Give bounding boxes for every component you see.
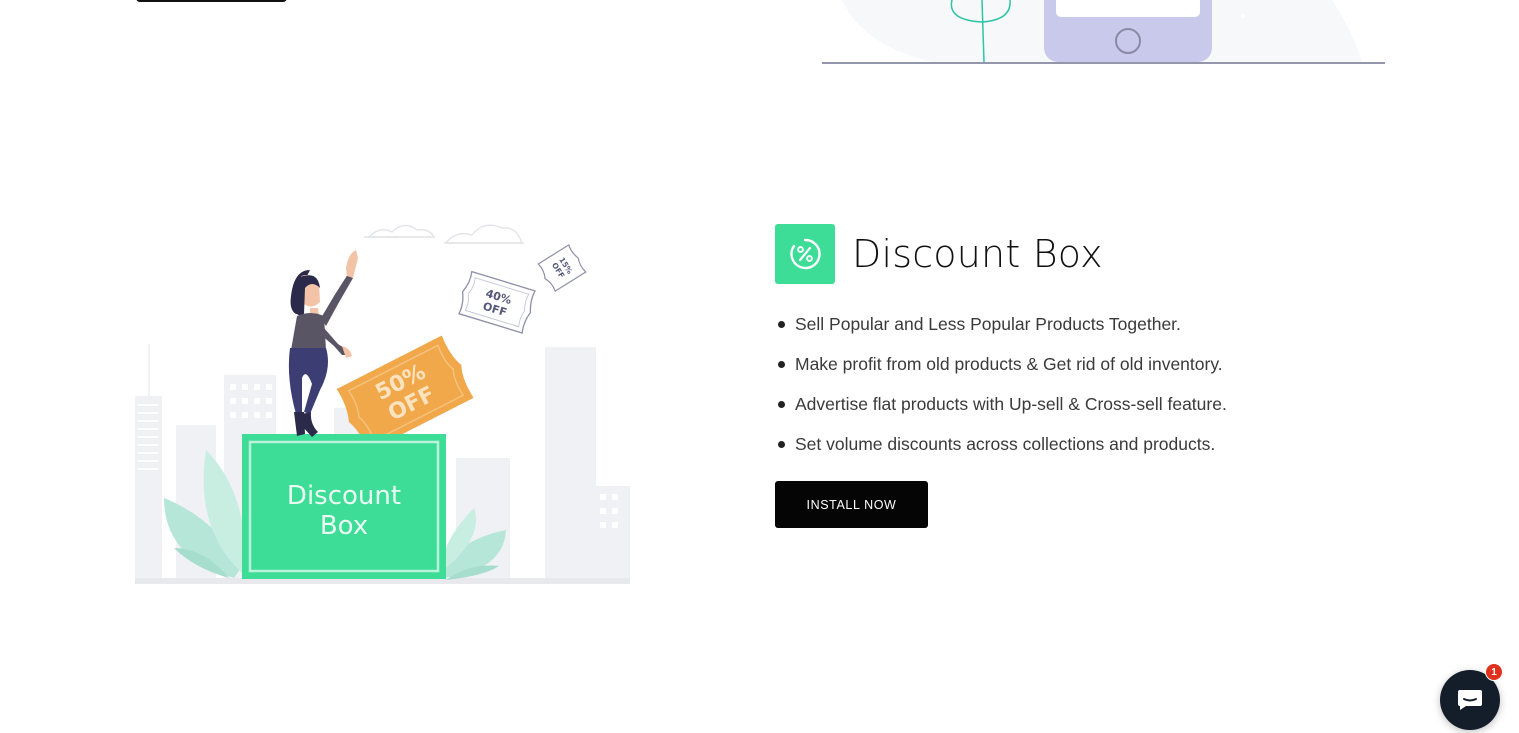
- feature-bullet-list: Sell Popular and Less Popular Products T…: [775, 312, 1395, 472]
- discount-box-illustration: 50% OFF 40% OFF 15% OFF Discount Box: [135, 224, 630, 584]
- bullet-dot: [778, 361, 785, 368]
- chat-unread-badge: 1: [1485, 663, 1503, 681]
- list-item: Advertise flat products with Up-sell & C…: [775, 392, 1395, 432]
- discount-box-feature: Discount Box Sell Popular and Less Popul…: [775, 224, 1395, 528]
- bullet-dot: [778, 401, 785, 408]
- install-now-button[interactable]: INSTALL NOW: [775, 481, 928, 528]
- feature-header: Discount Box: [775, 224, 1395, 284]
- list-item: Make profit from old products & Get rid …: [775, 352, 1395, 392]
- list-item-text: Sell Popular and Less Popular Products T…: [795, 314, 1181, 334]
- list-item: Set volume discounts across collections …: [775, 432, 1395, 472]
- page: 50% OFF 40% OFF 15% OFF Discount Box Dis…: [0, 0, 1519, 733]
- list-item-text: Make profit from old products & Get rid …: [795, 354, 1223, 374]
- box-label-line1: Discount: [287, 481, 401, 511]
- list-item-text: Advertise flat products with Up-sell & C…: [795, 394, 1227, 414]
- chat-bubble-icon: [1458, 690, 1482, 710]
- phone-illustration: [822, 0, 1385, 64]
- percent-badge-icon: [775, 224, 835, 284]
- box-label-line2: Box: [320, 511, 368, 541]
- previous-section-button[interactable]: [136, 0, 287, 2]
- feature-title: Discount Box: [852, 232, 1103, 276]
- bullet-dot: [778, 441, 785, 448]
- list-item-text: Set volume discounts across collections …: [795, 434, 1216, 454]
- list-item: Sell Popular and Less Popular Products T…: [775, 312, 1395, 352]
- bullet-dot: [778, 321, 785, 328]
